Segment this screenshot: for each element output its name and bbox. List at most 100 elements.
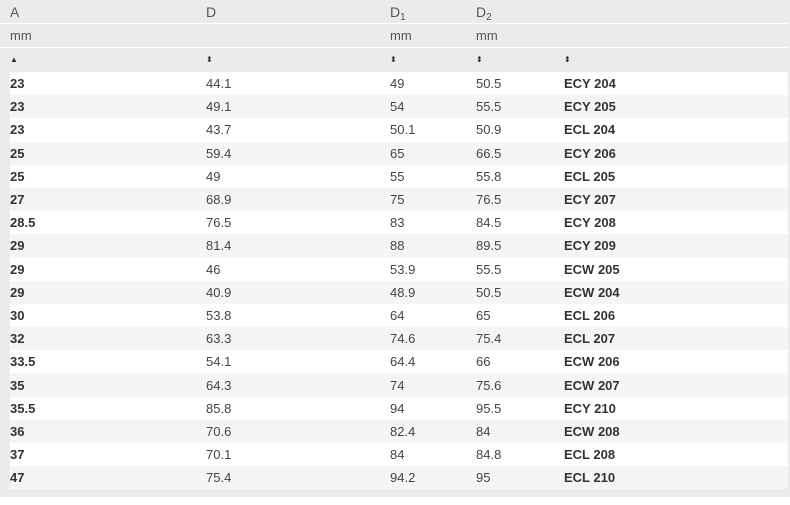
- unit-d2: mm: [466, 23, 554, 48]
- sort-toggle-icon[interactable]: ⬍: [466, 47, 554, 71]
- cell-designation[interactable]: ECY 208: [559, 211, 788, 235]
- table-row: 36 70.6 82.4 84 ECW 208: [10, 419, 788, 443]
- cell-d2: 75.6: [471, 373, 559, 397]
- table-row: 35.5 85.8 94 95.5 ECY 210: [10, 396, 788, 420]
- table-row: 35 64.3 74 75.6 ECW 207: [10, 373, 788, 397]
- cell-a: 29: [10, 257, 201, 281]
- cell-designation[interactable]: ECY 204: [559, 72, 788, 96]
- sort-toggle-icon[interactable]: ⬍: [196, 47, 380, 71]
- cell-d: 59.4: [201, 141, 385, 165]
- cell-designation[interactable]: ECY 210: [559, 396, 788, 420]
- cell-a: 29: [10, 234, 201, 258]
- cell-d2: 55.5: [471, 257, 559, 281]
- column-header-d: D: [196, 0, 380, 24]
- cell-a: 29: [10, 280, 201, 304]
- cell-designation[interactable]: ECY 207: [559, 187, 788, 212]
- cell-d1: 48.9: [385, 280, 471, 304]
- cell-a: 33.5: [10, 350, 201, 374]
- cell-designation[interactable]: ECW 205: [559, 257, 788, 281]
- cell-d: 44.1: [201, 72, 385, 96]
- table-row: 23 43.7 50.1 50.9 ECL 204: [10, 118, 788, 142]
- cell-d2: 75.4: [471, 327, 559, 351]
- cell-designation[interactable]: ECL 206: [559, 303, 788, 328]
- cell-designation[interactable]: ECW 207: [559, 373, 788, 397]
- cell-d2: 55.8: [471, 164, 559, 188]
- cell-d: 76.5: [201, 211, 385, 235]
- cell-d: 46: [201, 257, 385, 281]
- cell-d1: 94.2: [385, 466, 471, 490]
- cell-d1: 53.9: [385, 257, 471, 281]
- cell-designation[interactable]: ECL 207: [559, 327, 788, 351]
- cell-d: 68.9: [201, 187, 385, 212]
- cell-d1: 74.6: [385, 327, 471, 351]
- table-body: 23 44.1 49 50.5 ECY 204 23 49.1 54 55.5 ECY 205 23…: [10, 72, 788, 490]
- cell-designation[interactable]: ECL 204: [559, 118, 788, 142]
- cell-designation[interactable]: ECY 206: [559, 141, 788, 165]
- cell-a: 37: [10, 443, 201, 467]
- cell-d2: 89.5: [471, 234, 559, 258]
- cell-designation[interactable]: ECW 204: [559, 280, 788, 304]
- cell-d2: 66.5: [471, 141, 559, 165]
- cell-d2: 84.8: [471, 443, 559, 467]
- cell-d: 49: [201, 164, 385, 188]
- table-row: 32 63.3 74.6 75.4 ECL 207: [10, 327, 788, 351]
- cell-a: 30: [10, 303, 201, 328]
- cell-d2: 84.5: [471, 211, 559, 235]
- cell-d: 63.3: [201, 327, 385, 351]
- sort-toggle-icon[interactable]: ⬍: [554, 47, 788, 71]
- cell-a: 27: [10, 187, 201, 212]
- unit-d: [196, 23, 380, 48]
- cell-d: 70.6: [201, 419, 385, 443]
- cell-d1: 74: [385, 373, 471, 397]
- cell-d1: 83: [385, 211, 471, 235]
- unit-a: mm: [0, 23, 196, 48]
- cell-designation[interactable]: ECY 209: [559, 234, 788, 258]
- cell-designation[interactable]: ECW 206: [559, 350, 788, 374]
- data-table: A D D1 D2 mm mm mm ▲ ⬍ ⬍ ⬍ ⬍ 23 44.1 49 …: [0, 0, 790, 497]
- cell-designation[interactable]: ECW 208: [559, 419, 788, 443]
- table-row: 25 49 55 55.8 ECL 205: [10, 164, 788, 188]
- cell-d1: 54: [385, 95, 471, 119]
- cell-d1: 82.4: [385, 419, 471, 443]
- cell-d2: 55.5: [471, 95, 559, 119]
- sort-ascending-icon[interactable]: ▲: [0, 47, 196, 71]
- cell-d: 70.1: [201, 443, 385, 467]
- cell-designation[interactable]: ECL 205: [559, 164, 788, 188]
- cell-a: 25: [10, 141, 201, 165]
- cell-designation[interactable]: ECL 208: [559, 443, 788, 467]
- cell-designation[interactable]: ECL 210: [559, 466, 788, 490]
- table-header: A D D1 D2 mm mm mm ▲ ⬍ ⬍ ⬍ ⬍: [0, 0, 788, 71]
- column-header-d2: D2: [466, 0, 554, 24]
- table-row: 23 49.1 54 55.5 ECY 205: [10, 95, 788, 119]
- cell-d: 81.4: [201, 234, 385, 258]
- header-row: A D D1 D2: [0, 0, 788, 24]
- unit-d1: mm: [380, 23, 466, 48]
- cell-a: 35: [10, 373, 201, 397]
- cell-d1: 64.4: [385, 350, 471, 374]
- cell-d2: 84: [471, 419, 559, 443]
- cell-d2: 50.5: [471, 280, 559, 304]
- cell-d2: 66: [471, 350, 559, 374]
- cell-d1: 49: [385, 72, 471, 96]
- table-row: 30 53.8 64 65 ECL 206: [10, 303, 788, 328]
- table-row: 29 40.9 48.9 50.5 ECW 204: [10, 280, 788, 304]
- cell-d1: 88: [385, 234, 471, 258]
- cell-d: 85.8: [201, 396, 385, 420]
- table-row: 27 68.9 75 76.5 ECY 207: [10, 187, 788, 212]
- sort-toggle-icon[interactable]: ⬍: [380, 47, 466, 71]
- cell-a: 35.5: [10, 396, 201, 420]
- column-header-d1: D1: [380, 0, 466, 24]
- cell-d1: 50.1: [385, 118, 471, 142]
- cell-d: 64.3: [201, 373, 385, 397]
- cell-d: 49.1: [201, 95, 385, 119]
- cell-a: 23: [10, 95, 201, 119]
- cell-d2: 95.5: [471, 396, 559, 420]
- cell-d1: 55: [385, 164, 471, 188]
- unit-designation: [554, 23, 788, 48]
- cell-d1: 94: [385, 396, 471, 420]
- cell-designation[interactable]: ECY 205: [559, 95, 788, 119]
- cell-d2: 50.9: [471, 118, 559, 142]
- cell-d2: 76.5: [471, 187, 559, 212]
- table-row: 29 81.4 88 89.5 ECY 209: [10, 234, 788, 258]
- cell-a: 25: [10, 164, 201, 188]
